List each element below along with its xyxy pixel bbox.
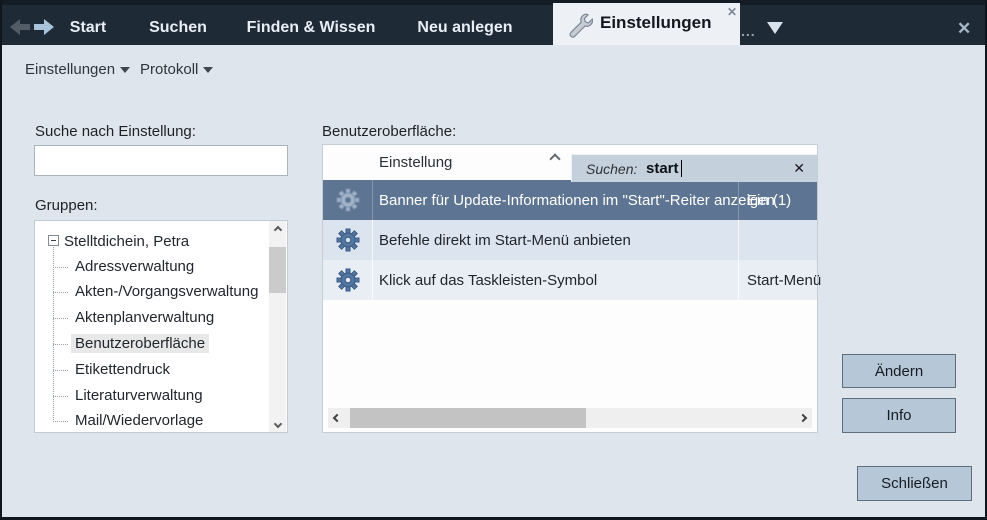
tab-neu-anlegen[interactable]: Neu anlegen (417, 19, 512, 37)
scroll-right-icon[interactable] (794, 408, 812, 428)
tree-item-mail-wiedervorlage[interactable]: Mail/Wiedervorlage (71, 411, 207, 430)
tree-line (53, 344, 68, 345)
gear-icon (323, 180, 373, 220)
tree-line (53, 396, 68, 397)
menu-protokoll-label: Protokoll (140, 61, 198, 78)
setting-name: Klick auf das Taskleisten-Symbol (379, 260, 597, 300)
tree-item-benutzeroberflaeche[interactable]: Benutzeroberfläche (71, 334, 209, 353)
tab-close-icon[interactable]: ✕ (727, 5, 737, 19)
tab-dropdown-icon[interactable] (767, 22, 783, 34)
active-tab-label: Einstellungen (600, 13, 711, 33)
wrench-icon (565, 11, 593, 39)
column-header-einstellung[interactable]: Einstellung (379, 154, 452, 171)
tree-line (53, 421, 68, 422)
schliessen-button[interactable]: Schließen (857, 466, 972, 501)
settings-window: Start Suchen Finden & Wissen Neu anlegen… (0, 0, 987, 520)
menu-protokoll[interactable]: Protokoll (140, 61, 213, 78)
nav-back-icon[interactable] (9, 18, 31, 36)
aendern-button[interactable]: Ändern (842, 354, 956, 388)
tab-einstellungen-active[interactable]: Einstellungen ✕ (553, 3, 740, 45)
tree-line (53, 267, 68, 268)
gear-icon (323, 260, 373, 300)
text-cursor (681, 160, 682, 177)
setting-name: Befehle direkt im Start-Menü anbieten (379, 220, 631, 260)
nav-forward-icon[interactable] (33, 18, 55, 36)
tree-item-etikettendruck[interactable]: Etikettendruck (71, 360, 174, 379)
tree-scrollbar-thumb[interactable] (269, 247, 286, 293)
gear-icon (323, 220, 373, 260)
settings-search-label: Suchen: (586, 161, 637, 177)
tree-line (53, 370, 68, 371)
tree-line (53, 318, 68, 319)
tree-scrollbar[interactable] (269, 221, 286, 432)
sort-ascending-icon[interactable] (549, 153, 560, 164)
window-body: Einstellungen Protokoll Suche nach Einst… (2, 45, 985, 517)
setting-value (738, 220, 817, 260)
settings-group-title: Benutzeroberfläche: (322, 123, 456, 140)
info-button[interactable]: Info (842, 398, 956, 433)
search-setting-input[interactable] (34, 145, 288, 176)
title-bar: Start Suchen Finden & Wissen Neu anlegen… (0, 0, 987, 45)
chevron-down-icon (120, 67, 130, 73)
scroll-down-icon[interactable] (269, 415, 286, 432)
scroll-up-icon[interactable] (269, 221, 286, 238)
setting-value: Start-Menü (738, 260, 817, 300)
tree-item-adressverwaltung[interactable]: Adressverwaltung (71, 257, 198, 276)
table-row[interactable]: Banner für Update-Informationen im "Star… (323, 180, 817, 220)
menu-einstellungen-label: Einstellungen (25, 61, 115, 78)
table-horizontal-scrollbar[interactable] (328, 408, 812, 428)
menu-einstellungen[interactable]: Einstellungen (25, 61, 130, 78)
tab-overflow-ellipsis[interactable]: ... (741, 23, 756, 39)
setting-name: Banner für Update-Informationen im "Star… (379, 180, 775, 220)
groups-label: Gruppen: (35, 197, 98, 214)
window-close-icon[interactable]: ✕ (957, 19, 971, 39)
horizontal-scrollbar-thumb[interactable] (350, 408, 586, 428)
scroll-left-icon[interactable] (328, 408, 346, 428)
tree-item-aktenplanverwaltung[interactable]: Aktenplanverwaltung (71, 308, 218, 327)
chevron-down-icon (203, 67, 213, 73)
tree-item-literaturverwaltung[interactable]: Literaturverwaltung (71, 386, 207, 405)
settings-table: Einstellung Suchen: start ✕ (322, 144, 818, 433)
setting-value: Ein (1) (738, 180, 817, 220)
tree-item-aktenverwaltung[interactable]: Akten-/Vorgangsverwaltung (71, 282, 262, 301)
settings-search-input[interactable]: Suchen: start ✕ (571, 154, 817, 182)
tree-collapse-icon[interactable] (48, 235, 59, 246)
tab-suchen[interactable]: Suchen (149, 19, 207, 37)
clear-search-icon[interactable]: ✕ (793, 160, 805, 177)
settings-search-value: start (646, 160, 679, 177)
tab-start[interactable]: Start (70, 19, 106, 37)
table-row[interactable]: Klick auf das Taskleisten-Symbol Start-M… (323, 260, 817, 300)
groups-tree: Stelltdichein, Petra Adressverwaltung Ak… (34, 220, 288, 433)
table-row[interactable]: Befehle direkt im Start-Menü anbieten (323, 220, 817, 260)
tree-line (53, 292, 68, 293)
tree-root-item[interactable]: Stelltdichein, Petra (64, 233, 189, 250)
tab-finden-wissen[interactable]: Finden & Wissen (247, 19, 376, 37)
search-setting-label: Suche nach Einstellung: (35, 123, 196, 140)
